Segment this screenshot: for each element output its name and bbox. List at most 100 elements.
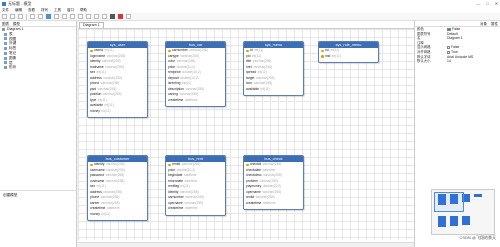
menu-help[interactable]: 帮助 <box>80 8 87 13</box>
checkbox[interactable] <box>447 50 450 54</box>
menu-file[interactable]: 文件 <box>2 8 9 13</box>
app-icon <box>2 1 6 6</box>
table-icon[interactable] <box>46 14 51 19</box>
table-footer <box>88 114 147 117</box>
column-type: int(11) <box>260 86 270 91</box>
table-bus-car[interactable]: bus_car carnumber varchar(255) cartype varch… <box>165 41 226 107</box>
property-row[interactable]: 默认大小 14 <box>415 59 500 64</box>
label-icon[interactable] <box>70 14 75 19</box>
table-footer <box>166 103 225 106</box>
diagram-canvas[interactable]: sys_user userid int(11) loginname varchar(25… <box>78 28 414 240</box>
table-bus-customer[interactable]: bus_customer identity varchar(255) username… <box>87 155 148 221</box>
primary-key-icon <box>246 163 249 166</box>
pointer-icon[interactable] <box>30 14 35 19</box>
line-icon[interactable] <box>110 14 115 19</box>
property-value[interactable]: 14 <box>447 59 500 64</box>
note-icon[interactable] <box>78 14 83 19</box>
menu-view[interactable]: 查看 <box>28 8 35 13</box>
note-icon <box>4 51 7 55</box>
table-bus-check[interactable]: bus_check checkid varchar(255) checkdate dat… <box>243 155 304 210</box>
column-type: int(11) <box>101 108 111 113</box>
layer-icon[interactable] <box>94 14 99 19</box>
property-value-text: 14 <box>447 59 451 64</box>
primary-key-icon <box>90 49 93 52</box>
column-type: datetime <box>184 206 198 210</box>
shape-icon[interactable] <box>102 14 107 19</box>
primary-key-icon <box>246 49 249 52</box>
minimize-button[interactable]: — <box>476 1 480 6</box>
column-type: varchar(255) <box>105 64 124 69</box>
minimap-table <box>474 194 482 197</box>
title-bar: 无标题 - 模型 — □ ✕ <box>0 0 500 7</box>
label-icon <box>4 47 7 51</box>
table-sys-role-menu[interactable]: sys_role_menu rid int(11) mid int(11) <box>318 41 379 63</box>
menu-edit[interactable]: 编辑 <box>15 8 22 13</box>
minimap-viewport[interactable] <box>434 192 464 212</box>
column-name: createtime <box>168 97 184 102</box>
table-bus-rent[interactable]: bus_rent rentid varchar(255) price double(10… <box>165 155 226 216</box>
key-icon <box>4 42 7 46</box>
open-icon[interactable] <box>10 14 15 19</box>
menu-tools[interactable]: 工具 <box>54 8 61 13</box>
column-name: createtime <box>246 200 262 205</box>
horizontal-scrollbar[interactable] <box>78 242 414 247</box>
view-icon[interactable] <box>54 14 59 19</box>
primary-key-icon <box>168 163 171 166</box>
window-title: 无标题 - 模型 <box>8 0 32 6</box>
table-footer <box>88 217 147 220</box>
tree-item-label: 形状 <box>9 65 17 70</box>
toolbar-separator <box>26 13 27 20</box>
column-name: money <box>90 108 100 113</box>
hand-icon[interactable] <box>38 14 43 19</box>
maximize-button[interactable]: □ <box>486 1 488 6</box>
column-name: mid <box>325 53 331 58</box>
tab-model[interactable]: 模型 <box>13 22 20 26</box>
primary-key-icon <box>90 163 93 166</box>
column-name: money <box>90 211 100 216</box>
table-footer <box>319 59 378 62</box>
table-footer <box>244 92 303 95</box>
image-icon <box>4 56 7 60</box>
primary-key-icon <box>321 55 324 58</box>
column-type: varchar(255) <box>105 178 125 183</box>
primary-key-icon <box>168 49 171 52</box>
column-name: createtime <box>168 206 184 210</box>
minimap-table <box>462 216 470 225</box>
tab-objects[interactable]: 对象 <box>480 22 487 26</box>
table-sys-user[interactable]: sys_user userid int(11) loginname varchar(25… <box>87 41 148 118</box>
delete-icon[interactable] <box>118 14 123 19</box>
menu-window[interactable]: 窗口 <box>67 8 74 13</box>
layer-icon <box>4 61 7 65</box>
column-type: datetime <box>262 200 276 205</box>
panel-divider <box>0 190 77 191</box>
tree-item-shapes[interactable]: 形状 <box>0 65 76 70</box>
zoom-icon[interactable] <box>126 14 131 19</box>
table-icon <box>4 32 7 36</box>
tab-diagram[interactable]: 图表 <box>2 22 9 26</box>
minimap-table <box>450 216 458 226</box>
tab-properties[interactable]: 属性 <box>491 22 498 26</box>
view-icon <box>4 37 7 41</box>
diagram-icon <box>2 27 5 31</box>
toolbar <box>0 13 500 21</box>
minimap[interactable] <box>431 189 495 235</box>
watermark: CSDN @飞翔的景天 <box>459 235 496 240</box>
table-footer <box>166 212 225 215</box>
primary-key-icon <box>321 49 324 52</box>
create-model-label: 创建模型 <box>3 193 18 197</box>
save-icon[interactable] <box>18 14 23 19</box>
properties-panel: 对象 属性 颜色 False 图表符号 Default 名 Diagram 1 注释 显示网格… <box>414 21 500 247</box>
close-button[interactable]: ✕ <box>495 1 498 6</box>
image-icon[interactable] <box>86 14 91 19</box>
checkbox[interactable] <box>447 46 450 50</box>
table-sys-menu[interactable]: sys_menu id int(11) pid int(11) title varchar(… <box>243 41 304 96</box>
column-type: int(11) <box>101 211 111 216</box>
relation-icon[interactable] <box>62 14 67 19</box>
shape-icon <box>4 66 7 70</box>
menu-arrange[interactable]: 排列 <box>41 8 48 13</box>
new-icon[interactable] <box>2 14 7 19</box>
color-swatch[interactable] <box>447 27 451 31</box>
window-controls: — □ ✕ <box>476 1 498 6</box>
model-tree-panel: 图表 模型 Diagram 1 表 视图 外键 标签 笔记 图像 层 形状 创建… <box>0 21 77 247</box>
diagram-canvas-area: Diagram 1 sys_user userid int(11) loginname… <box>78 21 414 247</box>
